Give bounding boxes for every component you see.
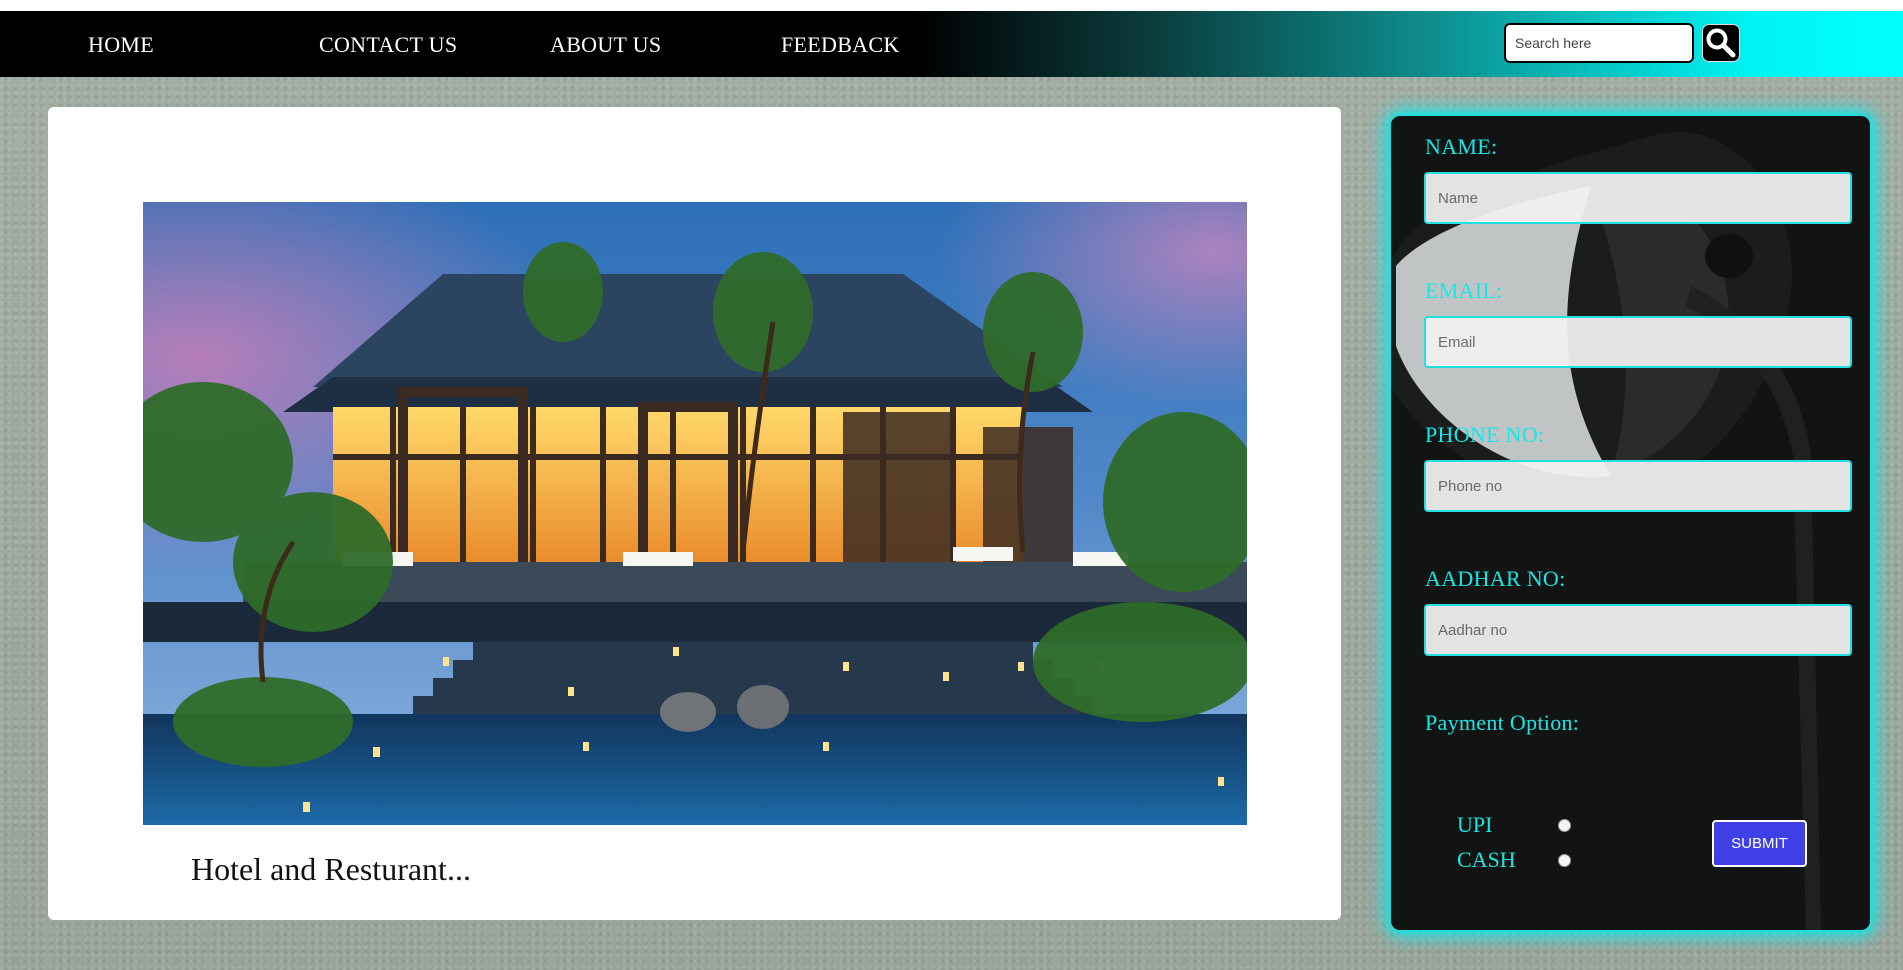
lamp-background-image: [1391, 132, 1821, 930]
nav-about-link[interactable]: ABOUT US: [550, 32, 661, 58]
email-field[interactable]: [1424, 316, 1852, 368]
search-input[interactable]: [1504, 23, 1694, 63]
nav-contact-link[interactable]: CONTACT US: [319, 32, 457, 58]
booking-form: NAME: EMAIL: PHONE NO: AADHAR NO: Paymen…: [1391, 116, 1870, 930]
hotel-restaurant-photo: [143, 202, 1247, 825]
payment-option-label: Payment Option:: [1425, 710, 1580, 735]
aadhar-field[interactable]: [1424, 604, 1852, 656]
main-card: Hotel and Resturant...: [48, 107, 1341, 920]
upi-radio[interactable]: [1558, 819, 1571, 832]
phone-label: PHONE NO:: [1425, 422, 1545, 447]
phone-field[interactable]: [1424, 460, 1852, 512]
submit-button[interactable]: SUBMIT: [1712, 820, 1807, 867]
name-label: NAME:: [1425, 134, 1498, 159]
navbar: HOME CONTACT US ABOUT US FEEDBACK: [0, 11, 1903, 77]
image-caption: Hotel and Resturant...: [191, 851, 471, 887]
cash-radio[interactable]: [1558, 854, 1571, 867]
aadhar-label: AADHAR NO:: [1425, 566, 1566, 591]
upi-label: UPI: [1457, 812, 1493, 837]
top-strip: [0, 0, 1903, 11]
email-label: EMAIL:: [1425, 278, 1503, 303]
nav-home-link[interactable]: HOME: [88, 32, 154, 58]
nav-feedback-link[interactable]: FEEDBACK: [781, 32, 900, 58]
search-button[interactable]: [1702, 24, 1740, 62]
cash-label: CASH: [1457, 847, 1516, 872]
search-icon: [1706, 28, 1736, 58]
name-field[interactable]: [1424, 172, 1852, 224]
